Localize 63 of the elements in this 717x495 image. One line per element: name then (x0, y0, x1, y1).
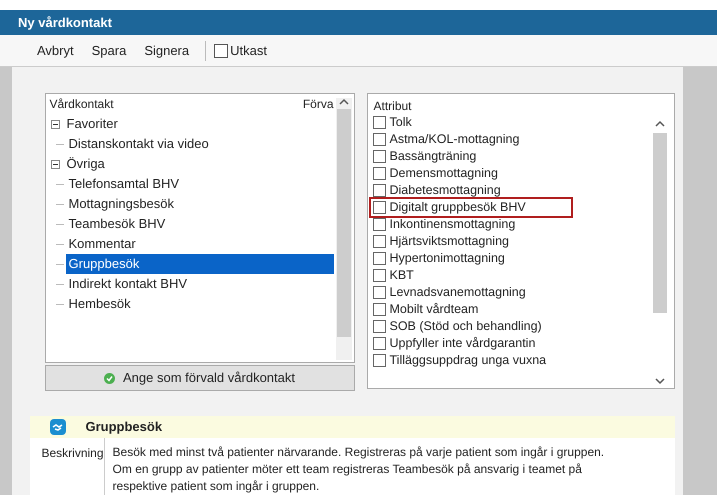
checkbox[interactable] (214, 44, 228, 58)
tree-item[interactable]: Teambesök BHV (66, 214, 168, 234)
checkbox[interactable] (372, 354, 386, 367)
check-circle-icon (104, 372, 115, 384)
scrollbar[interactable] (336, 98, 352, 360)
attribute-checkbox[interactable]: Demensmottagning (370, 165, 570, 182)
collapse-icon[interactable] (50, 160, 60, 168)
attribute-checkbox[interactable]: SOB (Stöd och behandling) (370, 318, 570, 335)
tree-item[interactable]: Mottagningsbesök (66, 194, 178, 214)
attribute-checkbox[interactable]: Diabetesmottagning (370, 182, 570, 199)
field-label: Beskrivning (42, 446, 104, 460)
checkbox[interactable] (372, 235, 386, 248)
column-header[interactable]: Förva (302, 95, 334, 113)
scrollbar[interactable] (652, 120, 668, 385)
attribute-checkbox[interactable]: Astma/KOL-mottagning (370, 131, 570, 148)
checkbox[interactable] (372, 286, 386, 299)
checkbox[interactable] (372, 218, 386, 231)
attribute-checkbox[interactable]: Bassängträning (370, 148, 570, 165)
scroll-thumb[interactable] (336, 109, 350, 337)
description-text: Besök med minst två patienter närvarande. Registreras på varje patient som ingår i gruppen. Om en grupp av patienter möter ett team registreras Teambesök på ansvarig i teamet på respektive patient som ingår i gruppen. (112, 444, 606, 495)
attribute-checkbox[interactable]: Digitalt gruppbesök BHV (370, 199, 570, 216)
scroll-down-icon[interactable] (654, 377, 664, 385)
tree-item[interactable]: Hembesök (66, 294, 134, 314)
attribute-checkbox[interactable]: Levnadsvanemottagning (370, 284, 570, 301)
tree-item[interactable]: Gruppbesök (66, 254, 334, 274)
info-title: Gruppbesök (86, 418, 162, 436)
scroll-up-icon[interactable] (654, 120, 664, 128)
toolbar-button[interactable]: Signera (142, 40, 192, 60)
checkbox[interactable] (372, 184, 386, 197)
attribute-checkbox[interactable]: KBT (370, 267, 570, 284)
checkbox[interactable] (372, 320, 386, 333)
attribute-checkbox[interactable]: Tolk (370, 114, 570, 131)
attribute-checkbox[interactable]: Hypertonimottagning (370, 250, 570, 267)
window-title: Ny vårdkontakt (18, 14, 112, 32)
toolbar-button[interactable]: Spara (90, 40, 128, 60)
scroll-up-icon[interactable] (338, 98, 348, 106)
toolbar-button[interactable]: Avbryt (35, 40, 76, 60)
checkbox[interactable] (372, 116, 386, 129)
column-header[interactable]: Vårdkontakt (50, 95, 114, 113)
attribute-checkbox[interactable]: Tilläggsuppdrag unga vuxna (370, 352, 570, 369)
checkbox[interactable] (372, 337, 386, 350)
attribute-checkbox[interactable]: Uppfyller inte vårdgarantin (370, 335, 570, 352)
draft-checkbox[interactable]: Utkast (214, 40, 267, 60)
tree-item[interactable]: Kommentar (66, 234, 139, 254)
attribute-checkbox[interactable]: Hjärtsviktsmottagning (370, 233, 570, 250)
default-contact-button[interactable]: Ange som förvald vårdkontakt (44, 365, 354, 391)
tree-item[interactable]: Favoriter (64, 114, 121, 134)
checkbox[interactable] (372, 269, 386, 282)
checkbox[interactable] (372, 252, 386, 265)
checkbox[interactable] (372, 303, 386, 316)
checkbox[interactable] (372, 133, 386, 146)
attribute-checkbox[interactable]: Inkontinensmottagning (370, 216, 570, 233)
panel-title: Attribut (372, 98, 413, 114)
checkbox[interactable] (372, 150, 386, 163)
tree-item[interactable]: Distanskontakt via video (66, 134, 212, 154)
checkbox[interactable] (372, 167, 386, 180)
attribute-checkbox[interactable]: Mobilt vårdteam (370, 301, 570, 318)
tree-item[interactable]: Indirekt kontakt BHV (66, 274, 190, 294)
scroll-thumb[interactable] (652, 132, 666, 312)
checkbox[interactable] (372, 201, 386, 214)
tree-item[interactable]: Telefonsamtal BHV (66, 174, 182, 194)
tree-item[interactable]: Övriga (64, 154, 108, 174)
collapse-icon[interactable] (50, 120, 60, 128)
